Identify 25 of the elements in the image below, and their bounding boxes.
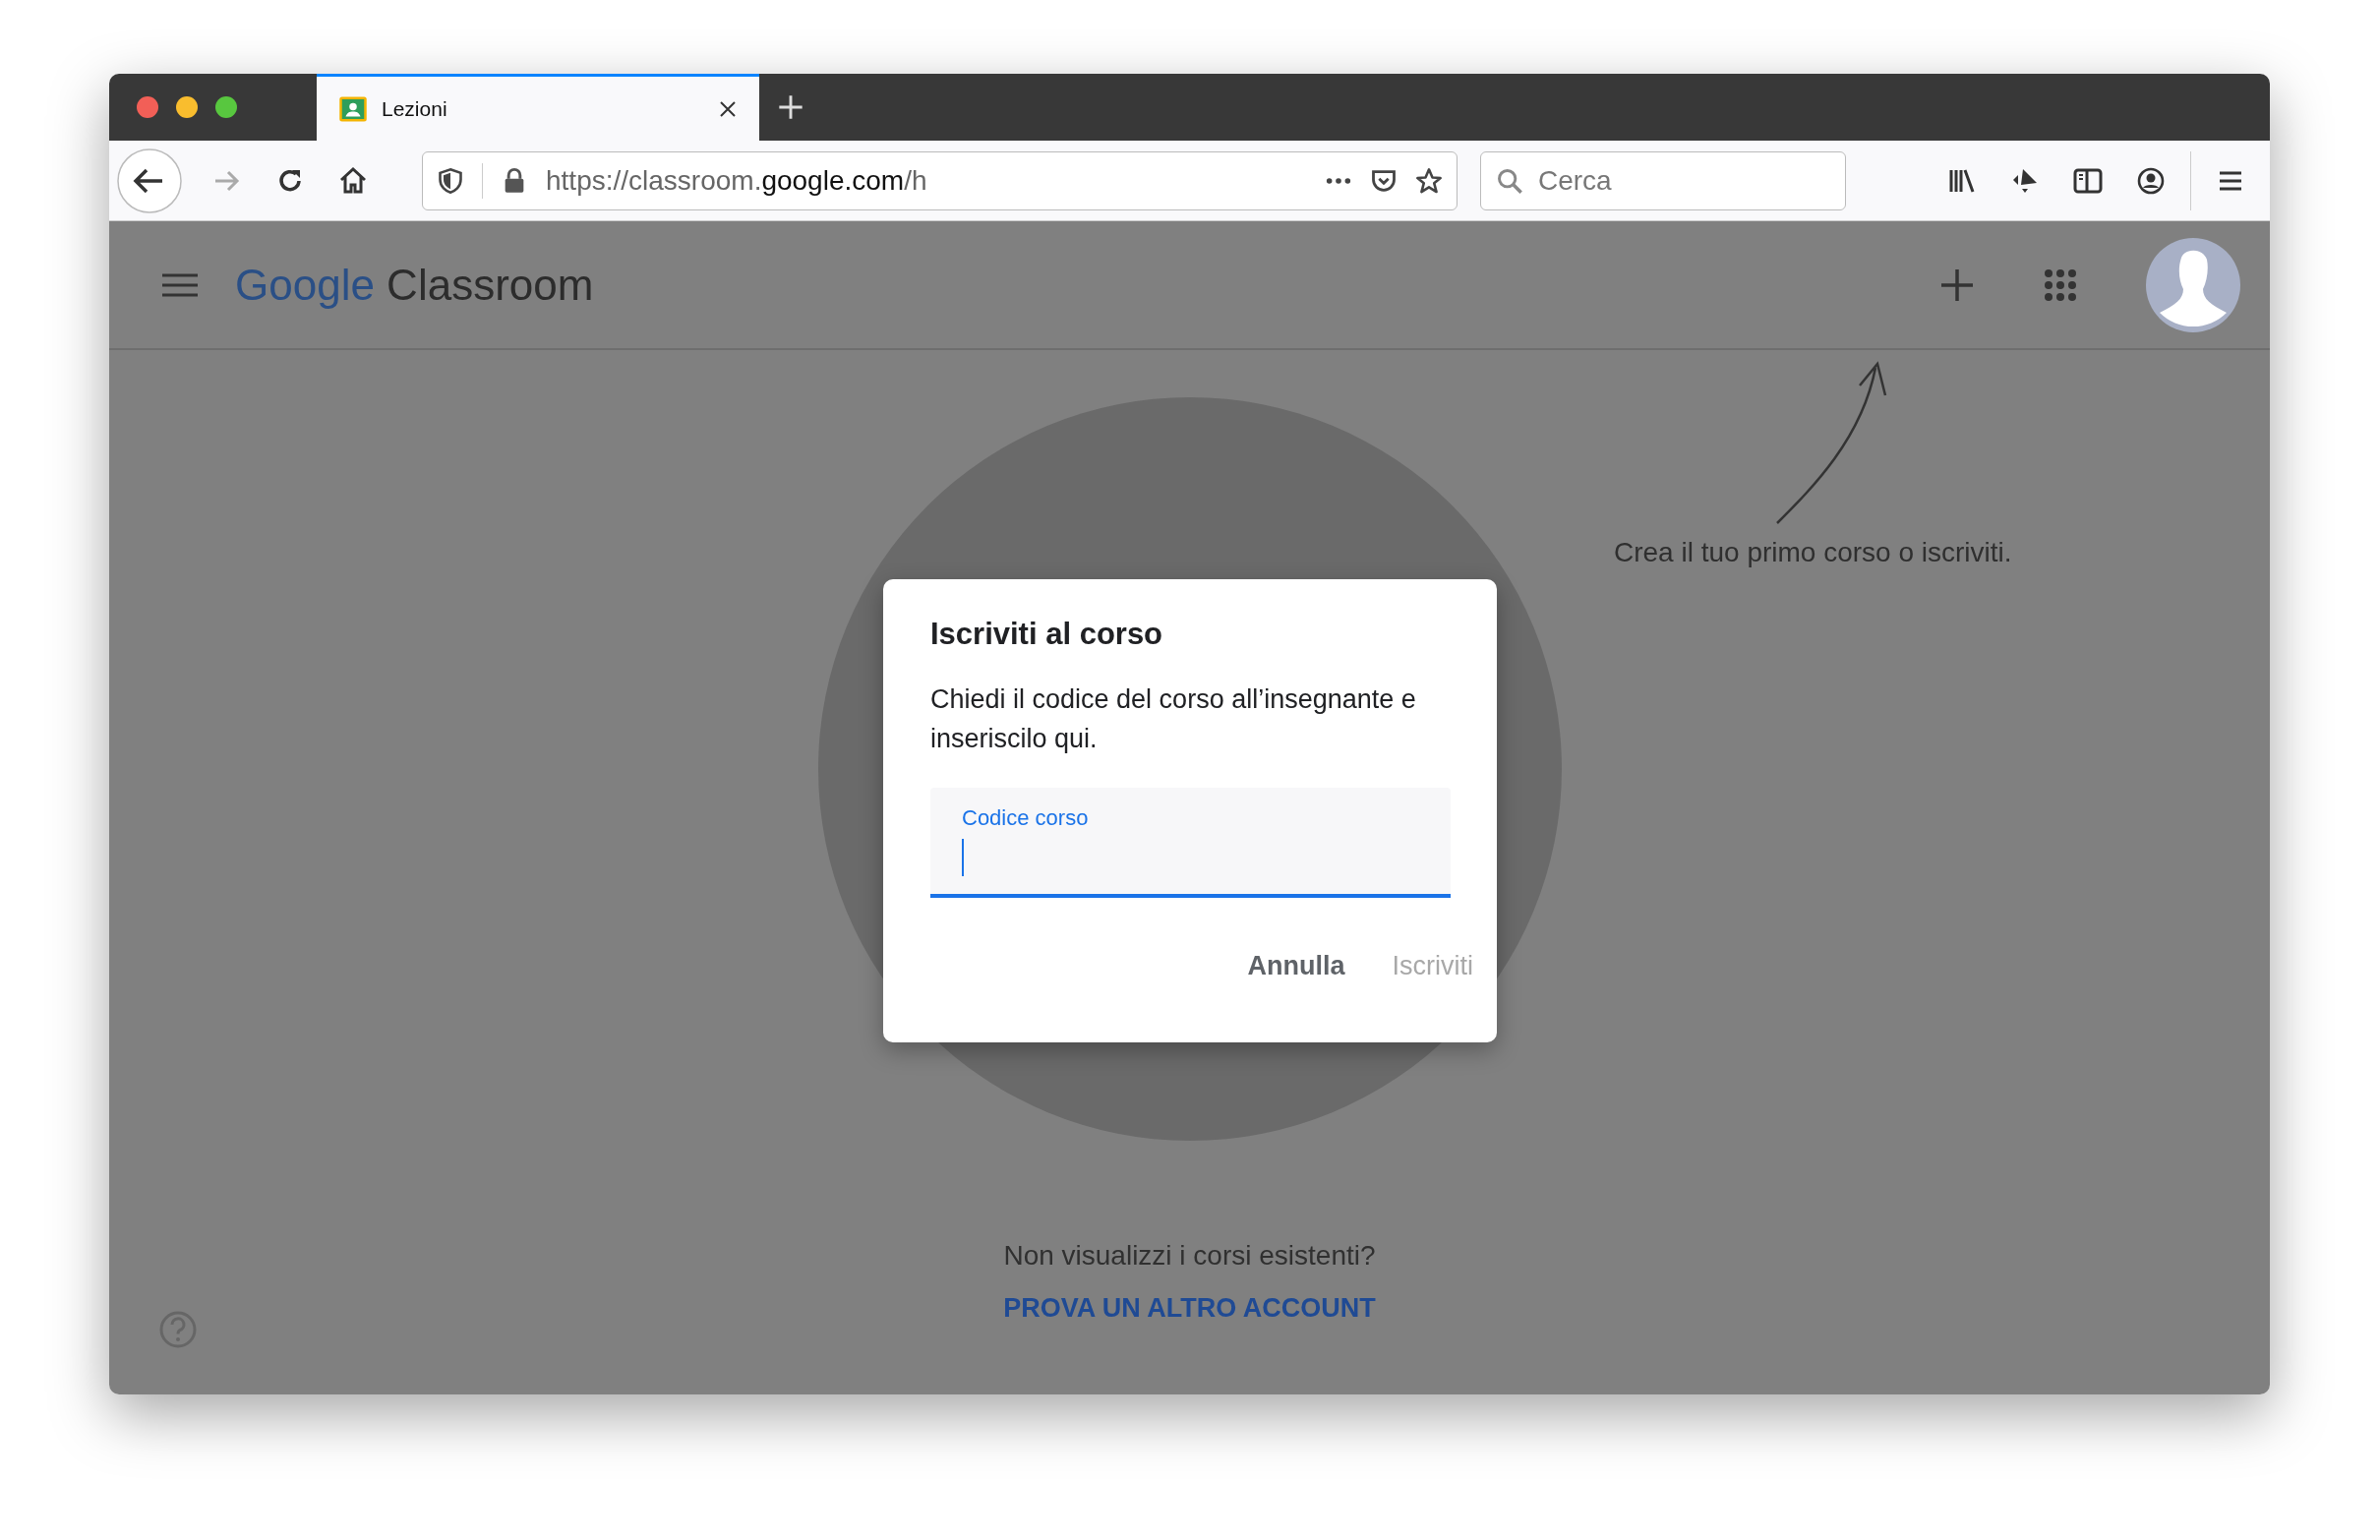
close-tab-icon[interactable] — [718, 98, 738, 119]
dialog-title: Iscriviti al corso — [930, 617, 1163, 652]
app-logo[interactable]: Google Classroom — [235, 260, 594, 310]
address-bar[interactable]: https://classroom.google.com/h — [422, 150, 1458, 210]
close-window-button[interactable] — [137, 96, 158, 118]
zoom-window-button[interactable] — [215, 96, 237, 118]
search-icon — [1496, 166, 1523, 195]
dialog-message: Chiedi il codice del corso all’insegnante e inseriscilo qui. — [930, 683, 1417, 755]
url-text: https://classroom.google.com/h — [546, 164, 928, 197]
minimize-window-button[interactable] — [176, 96, 198, 118]
back-button[interactable] — [117, 148, 182, 213]
star-icon[interactable] — [1415, 166, 1443, 195]
new-tab-icon[interactable] — [777, 93, 804, 121]
browser-tab[interactable]: Lezioni — [317, 74, 759, 141]
add-icon[interactable] — [1939, 267, 1975, 303]
hint-text: Crea il tuo primo corso o iscriviti. — [1614, 537, 2012, 568]
switch-account-link[interactable]: PROVA UN ALTRO ACCOUNT — [1003, 1293, 1376, 1324]
course-code-field[interactable]: Codice corso — [930, 788, 1451, 898]
dialog-button[interactable]: Annulla — [1241, 947, 1351, 985]
search-field[interactable]: Cerca — [1480, 150, 1846, 210]
avatar-icon[interactable] — [2146, 237, 2240, 332]
shield-icon[interactable] — [437, 166, 464, 195]
apps-grid-icon[interactable] — [2044, 267, 2077, 302]
question-text: Non visualizzi i corsi esistenti? — [1003, 1240, 1376, 1272]
home-icon[interactable] — [337, 164, 369, 197]
